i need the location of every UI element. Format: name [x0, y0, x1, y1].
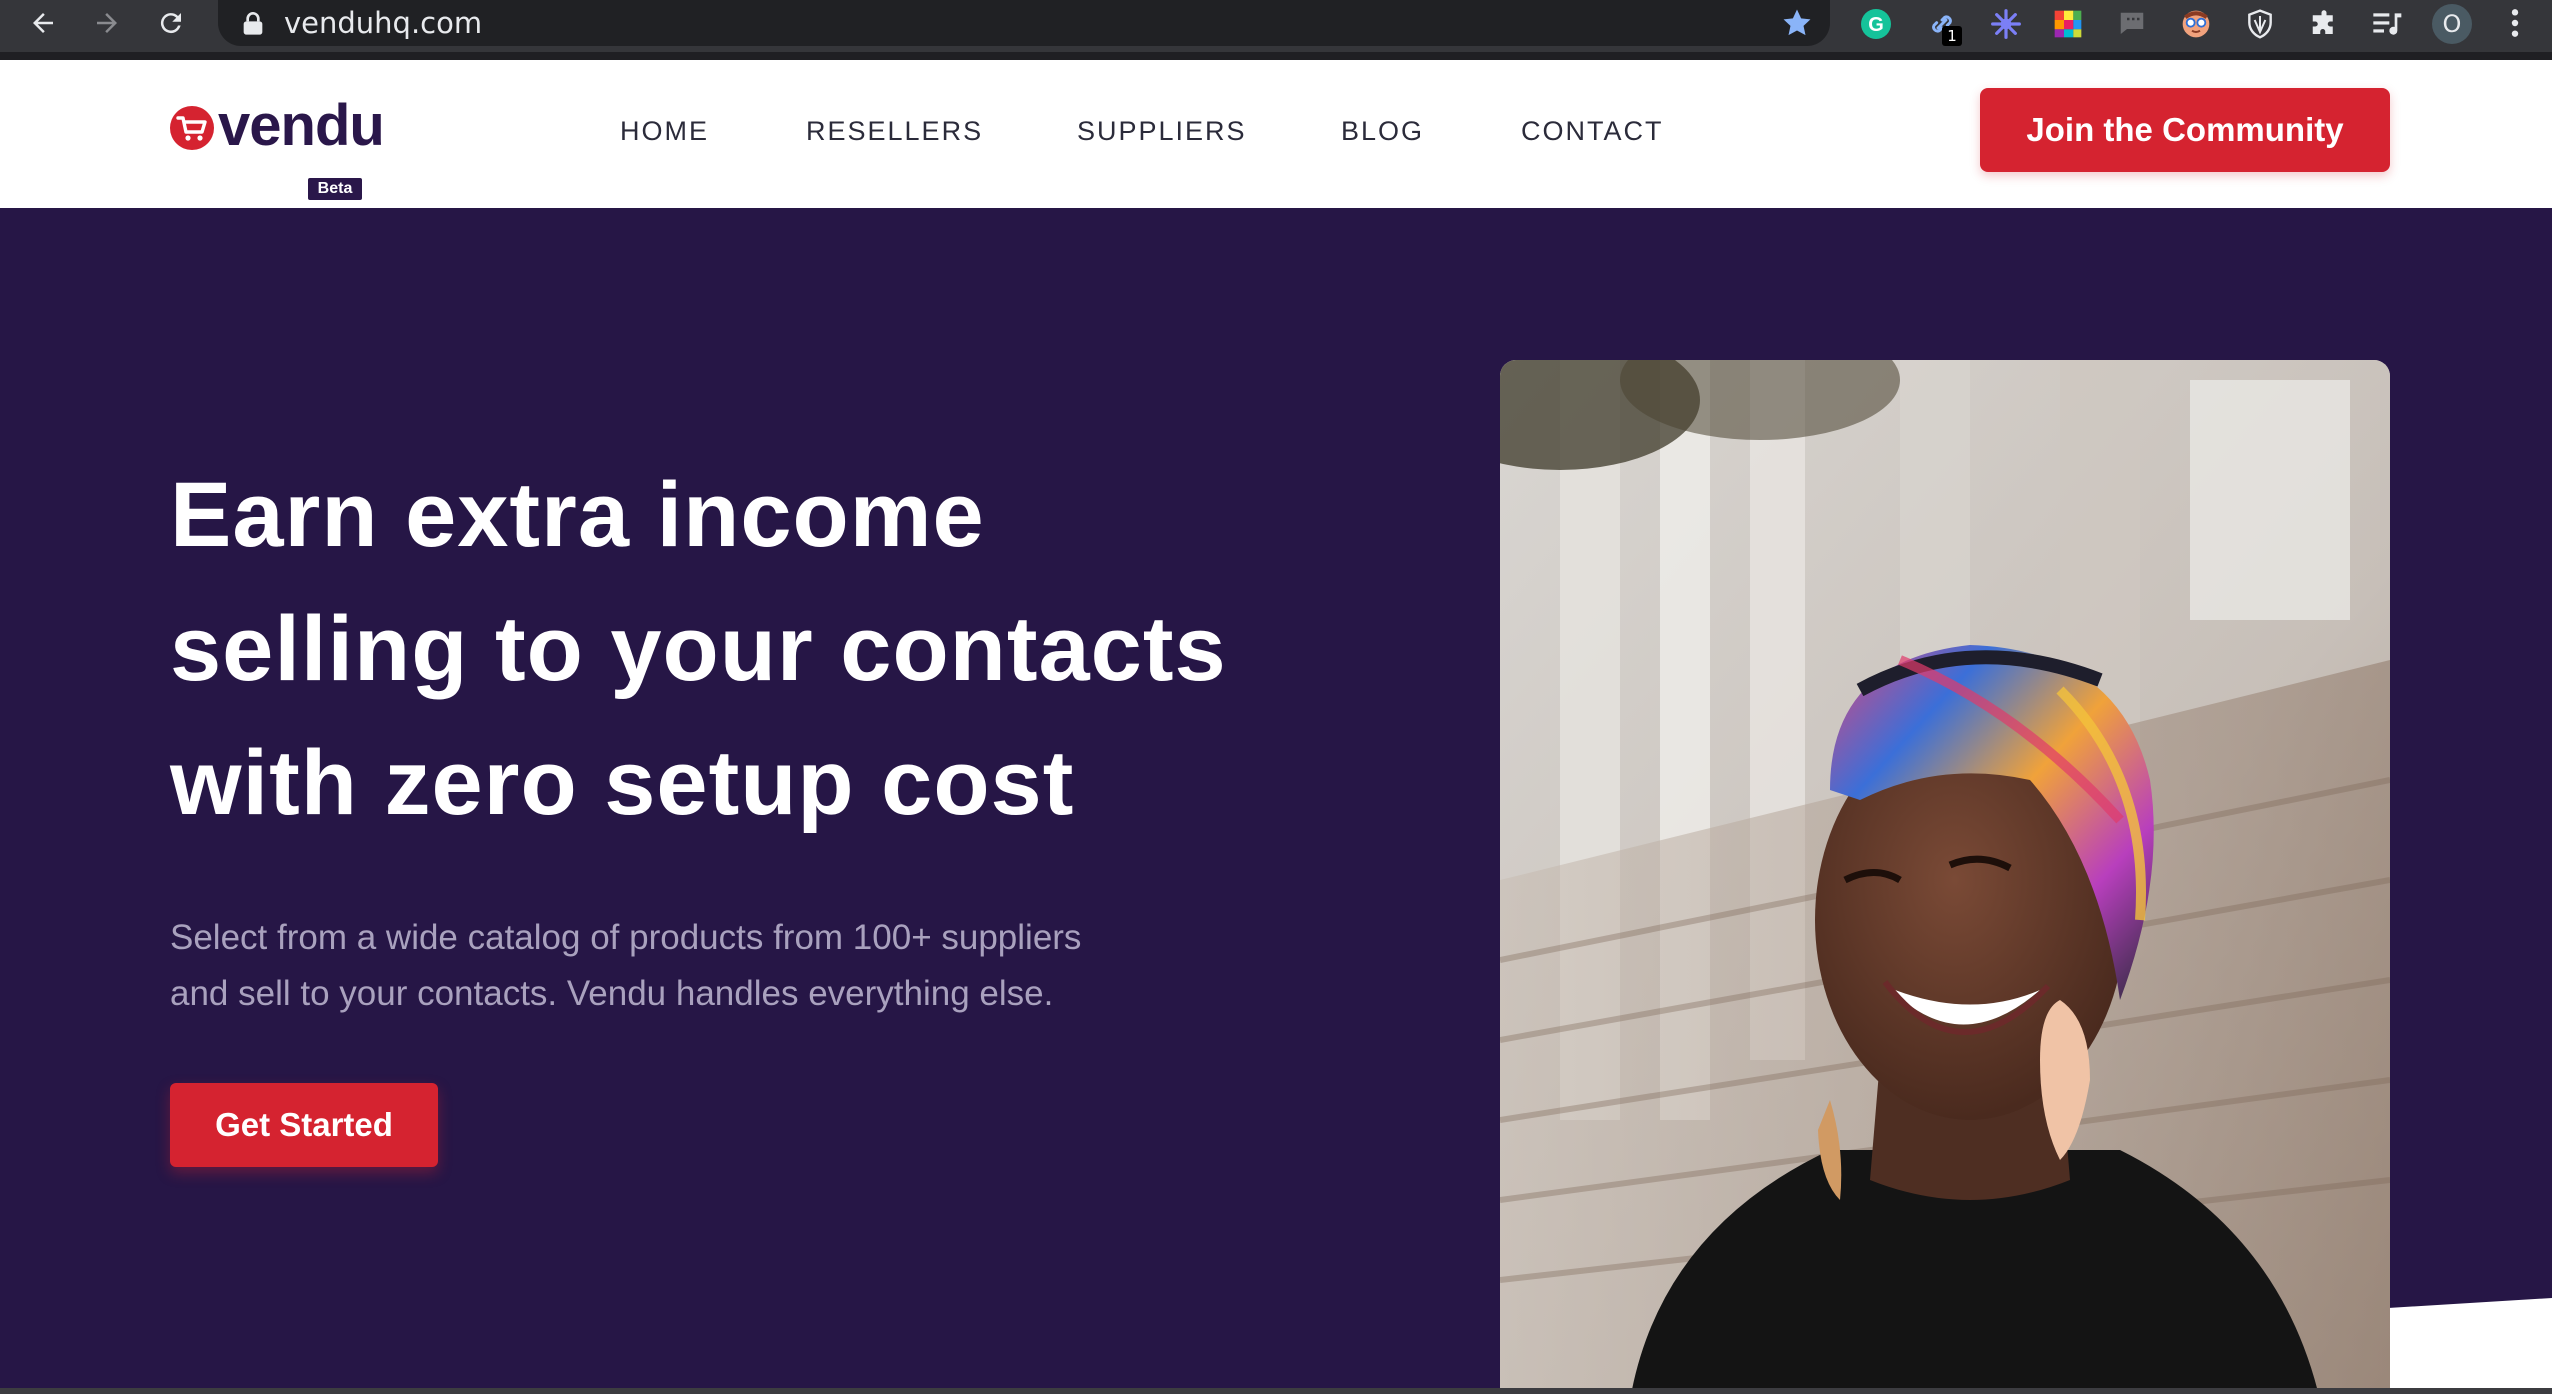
headline-line: Earn extra income: [170, 464, 985, 566]
hero-subtext: Select from a wide catalog of products f…: [170, 910, 1170, 1022]
browser-toolbar: venduhq.com G 1 O: [0, 0, 2552, 60]
back-button[interactable]: [18, 0, 68, 46]
headline-line: selling to your contacts: [170, 598, 1227, 700]
nav-home[interactable]: HOME: [620, 116, 709, 147]
media-queue-icon: [2373, 13, 2402, 35]
hero-photo-illustration: [1500, 360, 2390, 1390]
forward-button[interactable]: [82, 0, 132, 46]
shield-extension[interactable]: [2240, 4, 2280, 44]
chat-icon: [2120, 12, 2144, 34]
subtext-line: Select from a wide catalog of products f…: [170, 918, 1082, 957]
window-bottom-edge: [0, 1388, 2552, 1394]
nav-suppliers[interactable]: SUPPLIERS: [1077, 116, 1247, 147]
lock-icon: [243, 12, 263, 35]
hero-photo: [1500, 360, 2390, 1390]
chrome-divider: [0, 52, 2552, 60]
media-queue-button[interactable]: [2368, 4, 2408, 44]
star-icon[interactable]: [1780, 6, 1814, 40]
more-vertical-icon: [2511, 9, 2519, 37]
puzzle-icon: [2312, 10, 2333, 34]
logo-wordmark: vendu: [218, 93, 385, 158]
address-bar[interactable]: venduhq.com: [218, 0, 1830, 46]
link-extension[interactable]: 1: [1922, 4, 1962, 46]
face-icon: [2182, 10, 2210, 38]
hero-section: Earn extra income selling to your contac…: [0, 208, 2552, 1390]
arrow-right-icon: [97, 13, 117, 33]
beta-badge: Beta: [308, 178, 362, 200]
reload-button[interactable]: [146, 0, 196, 46]
color-palette-icon: [2054, 10, 2082, 38]
hero-headline: Earn extra income selling to your contac…: [170, 448, 1450, 850]
grammarly-extension[interactable]: G: [1856, 4, 1896, 44]
sparkle-icon: [1991, 9, 2021, 39]
join-community-button[interactable]: Join the Community: [1980, 88, 2390, 172]
face-extension[interactable]: [2176, 4, 2216, 44]
color-palette-extension[interactable]: [2048, 4, 2088, 44]
headline-line: with zero setup cost: [170, 732, 1075, 834]
url-text: venduhq.com: [284, 6, 483, 40]
browser-menu-button[interactable]: [2490, 0, 2540, 46]
site-header: vendu Beta HOME RESELLERS SUPPLIERS BLOG…: [0, 60, 2552, 208]
subtext-line: and sell to your contacts. Vendu handles…: [170, 974, 1054, 1013]
sparkle-extension[interactable]: [1986, 4, 2026, 44]
shield-icon: [2248, 9, 2272, 39]
nav-contact[interactable]: CONTACT: [1521, 116, 1664, 147]
vendu-logo[interactable]: vendu Beta: [168, 93, 385, 200]
extension-badge: 1: [1942, 26, 1962, 46]
extensions-button[interactable]: [2304, 4, 2344, 44]
svg-text:G: G: [1868, 14, 1884, 36]
grammarly-icon: G: [1861, 9, 1891, 39]
chat-extension[interactable]: [2112, 4, 2152, 44]
get-started-button[interactable]: Get Started: [170, 1083, 438, 1167]
arrow-left-icon: [33, 13, 53, 33]
profile-avatar[interactable]: O: [2432, 4, 2472, 44]
reload-icon: [160, 13, 181, 34]
nav-resellers[interactable]: RESELLERS: [806, 116, 983, 147]
shopping-cart-icon: [170, 106, 214, 150]
nav-blog[interactable]: BLOG: [1341, 116, 1424, 147]
